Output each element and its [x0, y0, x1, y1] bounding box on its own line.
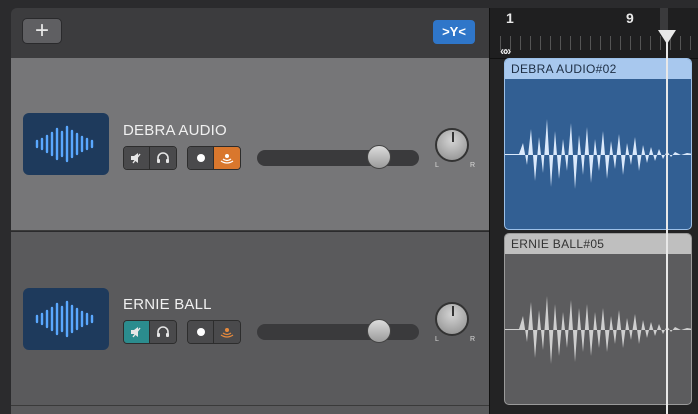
ruler-bar-9-label: 9 [626, 10, 634, 26]
record-listen-group [187, 146, 241, 170]
audio-region-ernie[interactable]: ERNIE BALL#05 [504, 233, 692, 405]
record-enable-button[interactable] [188, 147, 214, 169]
speaker-mute-icon [130, 327, 141, 338]
pan-right-label: R [469, 336, 475, 343]
track-row-ernie-ball[interactable]: ERNIE BALL L R [11, 232, 489, 406]
pan-knob[interactable] [435, 302, 469, 336]
headphones-icon [157, 326, 169, 337]
pan-left-label: L [435, 336, 439, 343]
pan-knob[interactable] [435, 128, 469, 162]
track-icon-waveform [23, 113, 109, 175]
region-title: DEBRA AUDIO#02 [505, 59, 691, 79]
track-name: ERNIE BALL [123, 296, 212, 313]
audio-region-debra[interactable]: DEBRA AUDIO#02 [504, 58, 692, 230]
headphones-icon [157, 152, 169, 163]
track-row-partial [11, 406, 489, 414]
ruler-marker [660, 8, 668, 30]
solo-button[interactable] [150, 321, 176, 343]
pan-lr-labels: L R [435, 336, 475, 343]
record-listen-group [187, 320, 241, 344]
volume-slider[interactable] [257, 145, 419, 169]
speaker-mute-icon [130, 153, 141, 164]
volume-slider-handle[interactable] [367, 145, 391, 169]
region-waveform [505, 296, 691, 364]
garageband-window: + >Y< DEBRA AUDIO L R ERNIE BALL L R 1 9… [0, 0, 698, 414]
track-icon-waveform [23, 288, 109, 350]
input-monitoring-button[interactable] [214, 321, 240, 343]
monitoring-waves-icon [220, 154, 234, 164]
mute-button[interactable] [124, 147, 150, 169]
smart-controls-filter-button[interactable]: >Y< [433, 20, 475, 44]
track-name: DEBRA AUDIO [123, 122, 227, 139]
ruler-bar-1-label: 1 [506, 10, 514, 26]
add-track-button[interactable]: + [22, 18, 62, 44]
track-row-debra-audio[interactable]: DEBRA AUDIO L R [11, 58, 489, 231]
mute-solo-group [123, 146, 177, 170]
mute-solo-group [123, 320, 177, 344]
volume-slider-handle[interactable] [367, 319, 391, 343]
playhead-handle[interactable] [658, 30, 676, 44]
playhead-line[interactable] [666, 30, 668, 414]
record-dot-icon [196, 328, 205, 336]
region-title: ERNIE BALL#05 [505, 234, 691, 254]
input-monitoring-button[interactable] [214, 147, 240, 169]
region-waveform [505, 119, 691, 189]
pan-right-label: R [469, 162, 475, 169]
volume-slider[interactable] [257, 319, 419, 343]
pan-left-label: L [435, 162, 439, 169]
waveform-icon [35, 125, 94, 163]
pan-lr-labels: L R [435, 162, 475, 169]
record-dot-icon [196, 154, 205, 162]
tracks-header: + >Y< [11, 8, 489, 59]
record-enable-button[interactable] [188, 321, 214, 343]
timeline-area[interactable]: 1 9 «» DEBRA AUDIO#02 ERNIE BALL#05 [489, 8, 698, 414]
mute-button[interactable] [124, 321, 150, 343]
solo-button[interactable] [150, 147, 176, 169]
monitoring-waves-icon [220, 328, 234, 338]
cycle-region-icon[interactable]: «» [500, 44, 511, 58]
waveform-icon [35, 300, 94, 338]
